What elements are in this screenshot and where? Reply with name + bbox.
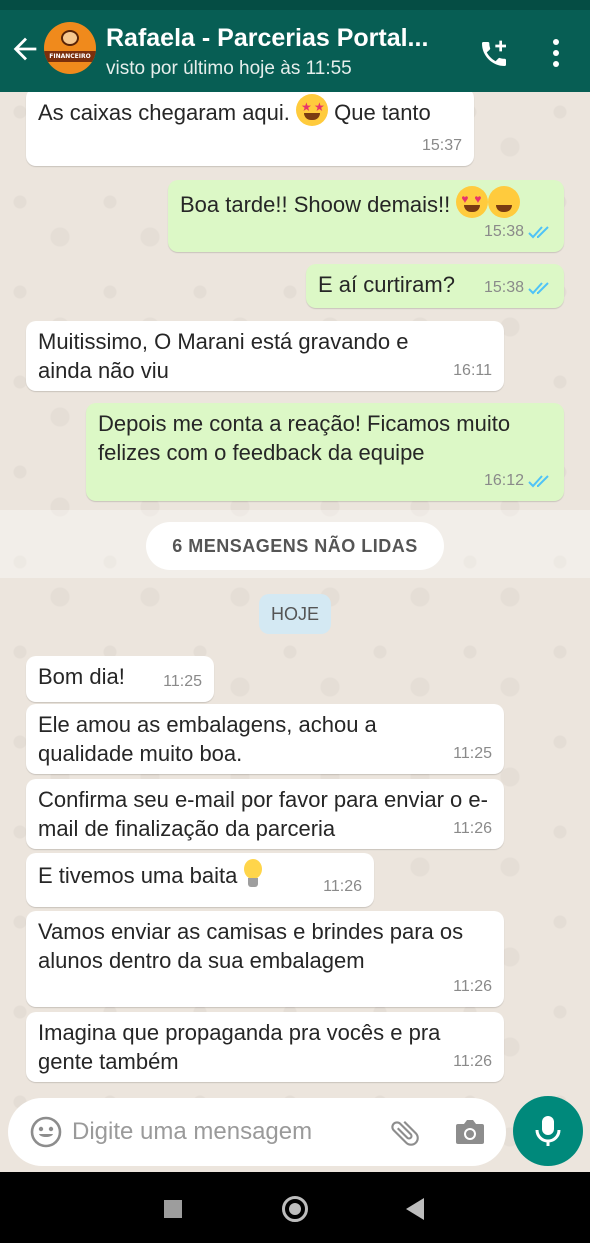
nav-recents-icon[interactable] — [164, 1200, 182, 1218]
contact-name[interactable]: Rafaela - Parcerias Portal... — [106, 24, 428, 53]
message-incoming[interactable]: Vamos enviar as camisas e brindes para o… — [26, 911, 504, 1007]
message-time: 11:25 — [163, 673, 202, 690]
double-check-icon — [528, 474, 549, 487]
message-text: Confirma seu e-mail por favor para envia… — [38, 787, 488, 841]
double-check-icon — [528, 281, 549, 294]
camera-icon[interactable] — [454, 1118, 486, 1146]
message-incoming[interactable]: E tivemos uma baita 11:26 — [26, 853, 374, 907]
chat-header: FINANCEIRO Rafaela - Parcerias Portal...… — [0, 10, 590, 92]
last-seen-status: visto por último hoje às 11:55 — [106, 58, 352, 79]
message-placeholder: Digite uma mensagem — [72, 1118, 313, 1145]
message-text: Boa tarde!! Shoow demais!! ♥ ♥ — [180, 186, 552, 219]
unread-messages-badge: 6 MENSAGENS NÃO LIDAS — [146, 522, 444, 570]
message-incoming[interactable]: Muitissimo, O Marani está gravando e ain… — [26, 321, 504, 391]
smiley-icon[interactable] — [30, 1116, 62, 1148]
message-time: 11:26 — [323, 878, 362, 895]
message-text: As caixas chegaram aqui. ★ ★ Que tanto — [38, 94, 462, 127]
date-separator: HOJE — [259, 594, 331, 634]
avatar-face — [61, 30, 79, 46]
attach-clip-icon[interactable] — [388, 1116, 422, 1150]
mic-button[interactable] — [513, 1096, 583, 1166]
composer-bar: Digite uma mensagem — [0, 1092, 590, 1172]
message-text: Muitissimo, O Marani está gravando e ain… — [38, 329, 409, 383]
message-list[interactable]: As caixas chegaram aqui. ★ ★ Que tanto 15… — [0, 92, 590, 1172]
message-time: 11:26 — [453, 978, 492, 995]
message-text: Imagina que propaganda pra vocês e pra g… — [38, 1020, 441, 1074]
nav-back-icon[interactable] — [406, 1198, 424, 1220]
avatar[interactable]: FINANCEIRO — [44, 22, 96, 74]
more-vert-icon[interactable] — [546, 36, 566, 70]
message-time: 11:26 — [453, 1053, 492, 1070]
party-emoji — [488, 186, 521, 218]
nav-home-icon[interactable] — [282, 1196, 308, 1222]
message-time: 16:11 — [453, 362, 492, 379]
heart-eyes-emoji: ♥ ♥ — [456, 186, 489, 218]
message-time: 15:37 — [421, 137, 462, 154]
message-text: E tivemos uma baita — [38, 859, 362, 890]
message-time: 16:12 — [484, 466, 552, 495]
message-incoming[interactable]: Imagina que propaganda pra vocês e pra g… — [26, 1012, 504, 1082]
system-nav-bar — [0, 1172, 590, 1243]
message-incoming[interactable]: Confirma seu e-mail por favor para envia… — [26, 779, 504, 849]
avatar-caption: FINANCEIRO — [44, 51, 96, 62]
message-time: 15:38 — [484, 217, 552, 246]
message-input[interactable]: Digite uma mensagem — [8, 1098, 506, 1166]
message-time: 11:26 — [453, 820, 492, 837]
message-outgoing[interactable]: Depois me conta a reação! Ficamos muito … — [86, 403, 564, 501]
back-arrow-icon[interactable] — [8, 32, 42, 66]
status-bar — [0, 0, 590, 10]
message-time: 11:25 — [453, 745, 492, 762]
message-text: Depois me conta a reação! Ficamos muito … — [98, 411, 511, 465]
star-struck-emoji: ★ ★ — [296, 94, 329, 126]
add-call-icon[interactable] — [478, 38, 510, 70]
message-text: Ele amou as embalagens, achou a qualidad… — [38, 712, 377, 766]
message-outgoing[interactable]: Boa tarde!! Shoow demais!! ♥ ♥ 15:38 — [168, 180, 564, 252]
message-incoming[interactable]: Bom dia! 11:25 — [26, 656, 214, 702]
message-incoming[interactable]: Ele amou as embalagens, achou a qualidad… — [26, 704, 504, 774]
light-bulb-emoji — [243, 859, 263, 889]
message-text: Vamos enviar as camisas e brindes para o… — [38, 919, 464, 973]
message-outgoing[interactable]: E aí curtiram? 15:38 — [306, 264, 564, 308]
message-incoming[interactable]: As caixas chegaram aqui. ★ ★ Que tanto 15… — [26, 92, 474, 166]
mic-icon — [535, 1116, 561, 1146]
message-time: 15:38 — [484, 273, 552, 302]
double-check-icon — [528, 225, 549, 238]
